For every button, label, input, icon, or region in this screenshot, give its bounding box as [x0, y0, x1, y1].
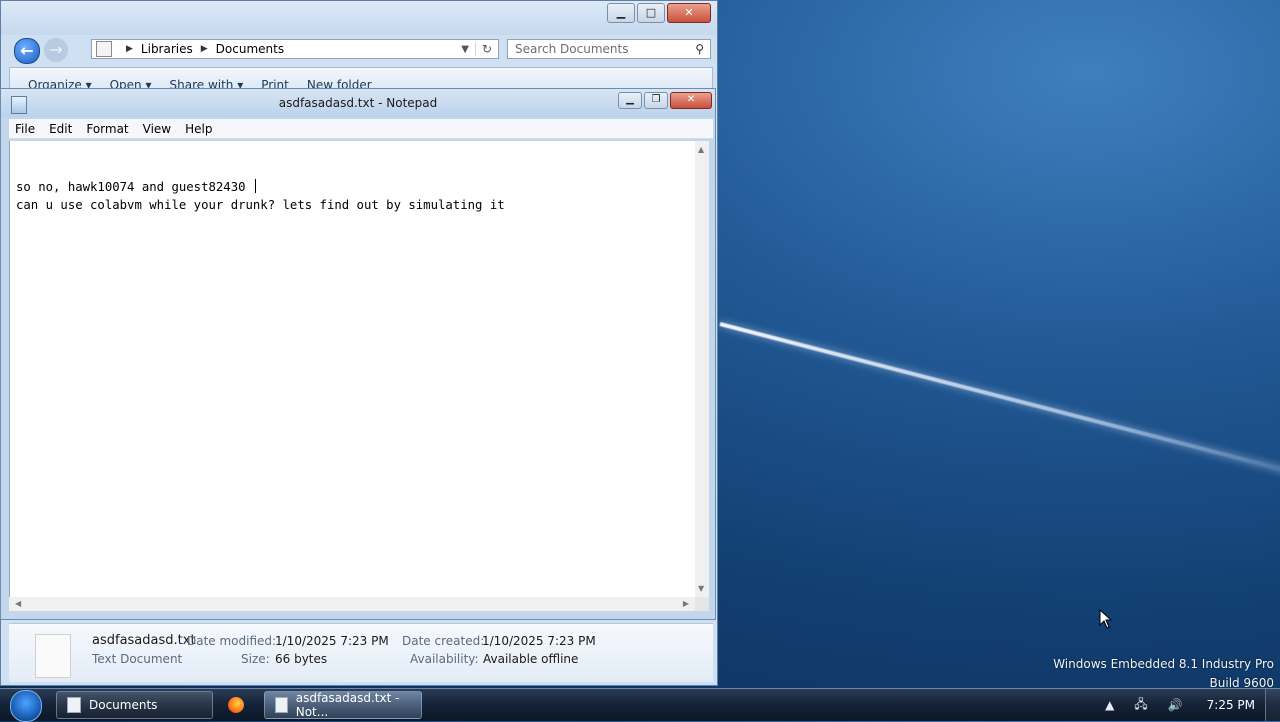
chevron-down-icon[interactable]: ▼: [461, 44, 469, 55]
taskbar: Documents asdfasadasd.txt - Not... ▲ 🖧 🔊…: [0, 688, 1280, 722]
horizontal-scrollbar[interactable]: ◀ ▶: [9, 597, 695, 611]
folder-icon: [67, 697, 81, 713]
explorer-caption-buttons: ▁ □ ✕: [607, 3, 711, 23]
taskbar-button-documents[interactable]: Documents: [56, 691, 213, 719]
taskbar-button-notepad[interactable]: asdfasadasd.txt - Not...: [264, 691, 422, 719]
text-caret: [254, 179, 256, 193]
forward-arrow-icon[interactable]: →: [44, 38, 68, 62]
minimize-button[interactable]: ▁: [607, 3, 635, 23]
date-created-label: Date created:: [402, 634, 485, 648]
maximize-button[interactable]: □: [637, 3, 665, 23]
scroll-right-arrow-icon[interactable]: ▶: [683, 599, 689, 608]
size-value: 66 bytes: [275, 652, 328, 666]
volume-icon[interactable]: 🔊: [1168, 698, 1183, 712]
date-modified-value: 1/10/2025 7:23 PM: [275, 634, 389, 648]
editor-line-2: can u use colabvm while your drunk? lets…: [16, 198, 505, 212]
size-label: Size:: [241, 652, 270, 666]
date-modified-label: Date modified:: [187, 634, 277, 648]
menu-bar: File Edit Format View Help: [9, 119, 713, 139]
details-filename: asdfasadasd.txt: [92, 633, 196, 648]
scroll-left-arrow-icon[interactable]: ◀: [15, 599, 21, 608]
notepad-caption-buttons: ▁ ❐ ✕: [618, 92, 712, 109]
back-arrow-icon[interactable]: ←: [14, 38, 40, 64]
taskbar-button-label: Documents: [89, 698, 158, 712]
firefox-icon[interactable]: [228, 697, 244, 713]
availability-label: Availability:: [410, 652, 479, 666]
breadcrumb-separator: ▶: [126, 44, 133, 54]
chevron-up-icon[interactable]: ▲: [1105, 698, 1114, 712]
details-type: Text Document: [92, 652, 183, 666]
network-icon[interactable]: 🖧: [1134, 695, 1147, 716]
taskbar-button-label: asdfasadasd.txt - Not...: [295, 691, 400, 719]
system-tray: ▲ 🖧 🔊 7:25 PM: [1095, 689, 1280, 721]
search-icon[interactable]: ⚲: [695, 42, 704, 56]
windows-orb-icon: [10, 690, 42, 722]
scroll-up-arrow-icon[interactable]: ▲: [698, 145, 704, 154]
details-pane: asdfasadasd.txt Text Document Date modif…: [9, 623, 713, 682]
text-editor[interactable]: so no, hawk10074 and guest82430 can u us…: [9, 141, 695, 597]
close-button[interactable]: ✕: [670, 92, 712, 109]
menu-format[interactable]: Format: [80, 122, 136, 136]
breadcrumb-libraries[interactable]: Libraries: [141, 42, 193, 56]
text-file-icon: [35, 634, 71, 678]
os-name: Windows Embedded 8.1 Industry Pro: [1053, 657, 1274, 671]
editor-text: so no, hawk10074 and guest82430 can u us…: [10, 141, 695, 214]
start-button[interactable]: [8, 689, 44, 722]
menu-view[interactable]: View: [137, 122, 179, 136]
address-bar[interactable]: ▶ Libraries ▶ Documents ▼ ↻: [91, 39, 499, 59]
scrollbar-corner: [695, 597, 709, 611]
menu-help[interactable]: Help: [179, 122, 220, 136]
minimize-button[interactable]: ▁: [618, 92, 642, 109]
scroll-down-arrow-icon[interactable]: ▼: [698, 584, 704, 593]
search-placeholder: Search Documents: [515, 42, 629, 56]
menu-edit[interactable]: Edit: [43, 122, 80, 136]
breadcrumb-separator: ▶: [200, 44, 208, 54]
breadcrumb-documents[interactable]: Documents: [216, 42, 284, 56]
library-icon: [96, 41, 112, 57]
notepad-icon: [275, 697, 288, 713]
date-created-value: 1/10/2025 7:23 PM: [482, 634, 596, 648]
vertical-scrollbar[interactable]: ▲ ▼: [695, 141, 709, 597]
availability-value: Available offline: [483, 652, 579, 666]
editor-line-1: so no, hawk10074 and guest82430: [16, 180, 253, 194]
restore-button[interactable]: ❐: [644, 92, 668, 109]
search-input[interactable]: Search Documents ⚲: [507, 39, 711, 59]
notepad-window: asdfasadasd.txt - Notepad ▁ ❐ ✕ File Edi…: [0, 88, 716, 620]
wallpaper-streak: [719, 322, 1280, 482]
clock[interactable]: 7:25 PM: [1207, 698, 1255, 712]
refresh-icon[interactable]: ↻: [475, 42, 498, 56]
mouse-pointer-icon: [1099, 609, 1113, 629]
notepad-titlebar[interactable]: asdfasadasd.txt - Notepad ▁ ❐ ✕: [1, 89, 715, 117]
menu-file[interactable]: File: [9, 122, 43, 136]
window-title: asdfasadasd.txt - Notepad: [278, 96, 438, 110]
close-button[interactable]: ✕: [667, 3, 711, 23]
show-desktop-button[interactable]: [1265, 689, 1280, 721]
